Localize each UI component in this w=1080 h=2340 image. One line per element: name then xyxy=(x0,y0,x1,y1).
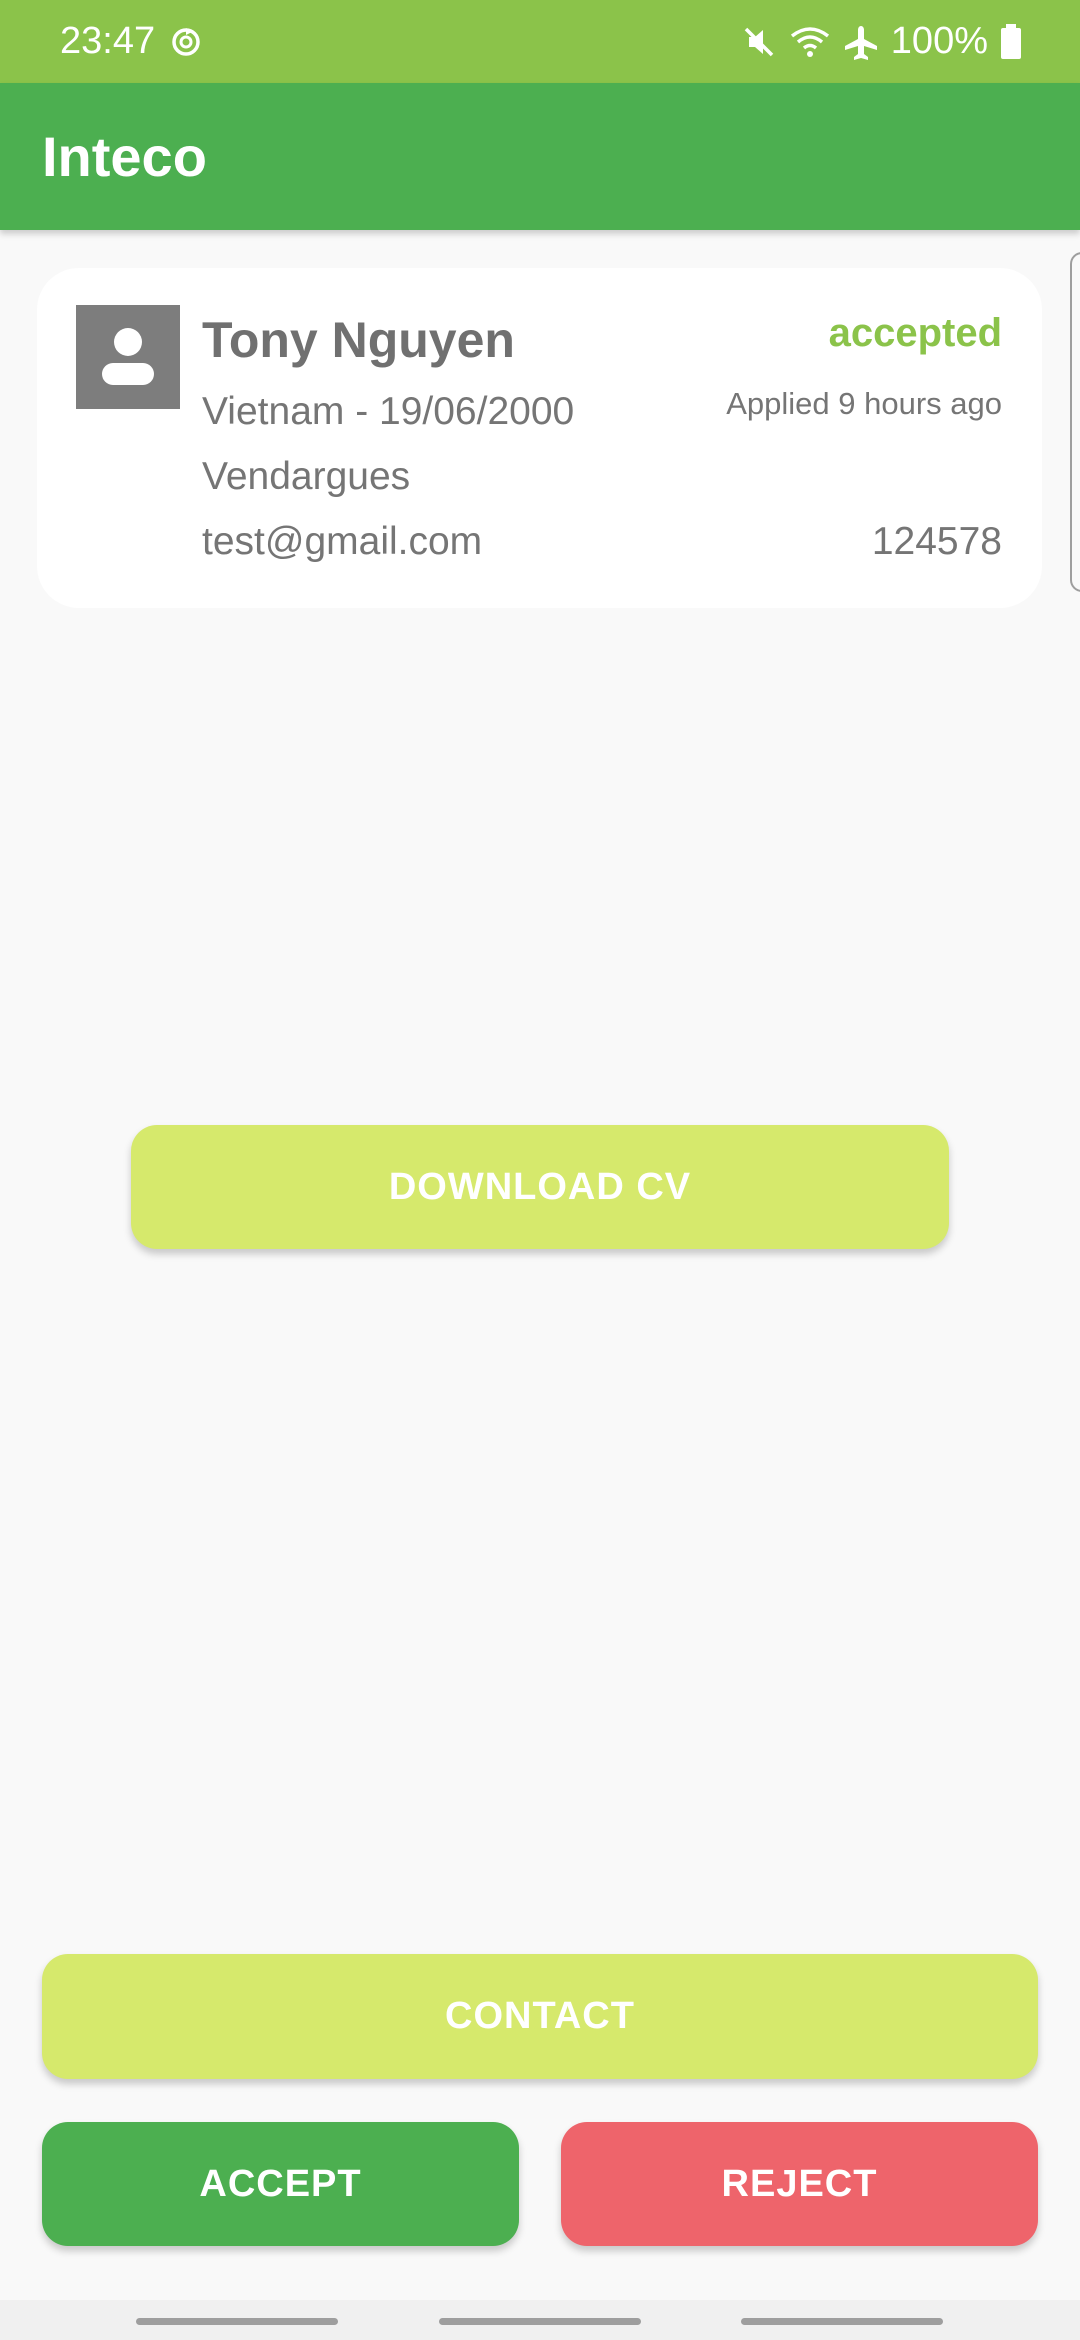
nav-recents-handle[interactable] xyxy=(136,2318,338,2325)
applicant-country-birthdate: Vietnam - 19/06/2000 xyxy=(202,390,575,433)
contact-button[interactable]: CONTACT xyxy=(42,1954,1038,2079)
sync-icon xyxy=(169,25,203,59)
nav-back-handle[interactable] xyxy=(741,2318,943,2325)
status-left: 23:47 xyxy=(60,20,203,63)
person-icon xyxy=(76,305,180,409)
applied-time: Applied 9 hours ago xyxy=(726,386,1002,421)
download-cv-button[interactable]: DOWNLOAD CV xyxy=(131,1125,949,1249)
applicant-city: Vendargues xyxy=(202,455,411,498)
reject-button[interactable]: REJECT xyxy=(561,2122,1038,2246)
applicant-code: 124578 xyxy=(871,520,1002,563)
avatar xyxy=(76,305,180,409)
applicant-email: test@gmail.com xyxy=(202,520,483,563)
app-bar: Inteco xyxy=(0,83,1080,230)
battery-text: 100% xyxy=(890,20,988,62)
status-bar: 23:47 100% xyxy=(0,0,1080,83)
status-right: 100% xyxy=(741,20,1022,63)
status-time: 23:47 xyxy=(60,20,156,62)
app-title: Inteco xyxy=(42,125,207,188)
accept-button[interactable]: ACCEPT xyxy=(42,2122,519,2246)
mute-icon xyxy=(741,24,777,60)
scroll-indicator xyxy=(1070,252,1080,592)
applicant-name: Tony Nguyen xyxy=(202,312,515,368)
status-badge: accepted xyxy=(828,311,1002,355)
battery-icon xyxy=(1000,23,1022,60)
airplane-icon xyxy=(843,24,879,60)
navigation-bar xyxy=(0,2300,1080,2340)
wifi-icon xyxy=(789,24,831,60)
applicant-card[interactable]: Tony Nguyen Vietnam - 19/06/2000 Vendarg… xyxy=(37,268,1042,608)
nav-home-handle[interactable] xyxy=(439,2318,641,2325)
